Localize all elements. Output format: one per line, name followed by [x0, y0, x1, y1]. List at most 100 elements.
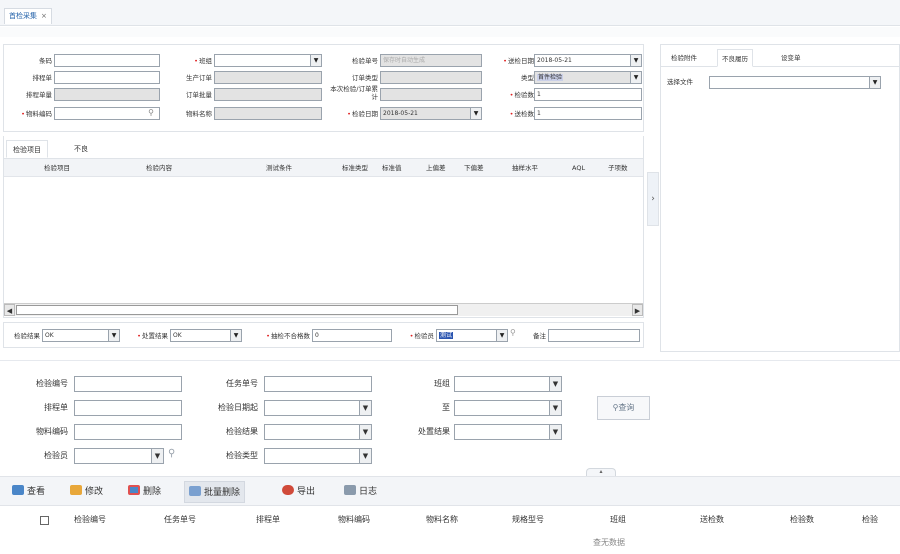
result-label: 检验结果	[14, 332, 40, 340]
inspect-date-picker: 2018-05-21 ▼	[380, 107, 482, 120]
q-inspect-no-label: 检验编号	[36, 379, 68, 388]
q-date-to-picker[interactable]: ▼	[454, 400, 562, 416]
q-schedule-label: 排程单	[44, 403, 68, 412]
q-handle-label: 处置结果	[418, 427, 450, 436]
type-select[interactable]: 首件检验 ▼	[534, 71, 642, 84]
prod-order-label: 生产订单	[186, 74, 212, 82]
scroll-left-icon[interactable]: ◀	[4, 304, 15, 316]
q-material-code-label: 物料编码	[36, 427, 68, 436]
close-icon[interactable]: ×	[41, 12, 47, 20]
tab-inspection-items[interactable]: 检验项目	[6, 140, 48, 158]
order-qty-label: 订单批量	[186, 91, 212, 99]
barcode-input[interactable]	[54, 54, 160, 67]
col-header: 物料编码	[338, 515, 370, 524]
remark-label: 备注	[533, 332, 546, 340]
log-icon	[344, 485, 356, 495]
col-header: AQL	[572, 164, 586, 172]
export-button[interactable]: 导出	[278, 481, 319, 503]
result-select[interactable]: OK ▼	[42, 329, 120, 342]
col-header: 标准类型	[342, 164, 368, 172]
sample-bad-input[interactable]: 0	[312, 329, 392, 342]
col-header: 标准值	[382, 164, 402, 172]
send-qty-input[interactable]: 1	[534, 107, 642, 120]
col-header: 班组	[610, 515, 626, 524]
remark-input[interactable]	[548, 329, 640, 342]
handle-select[interactable]: OK ▼	[170, 329, 242, 342]
collapse-panel-handle[interactable]: ›	[647, 172, 659, 226]
search-icon[interactable]: ⚲	[510, 328, 516, 337]
chevron-down-icon: ▼	[359, 449, 371, 463]
choose-file-label: 选择文件	[667, 78, 693, 86]
q-type-select[interactable]: ▼	[264, 448, 372, 464]
inspection-form: 条码 •班组 ▼ 检验单号 保存时自动生成 •送检日期 2018-05-21 ▼ …	[3, 44, 644, 132]
select-all-checkbox[interactable]	[40, 516, 49, 525]
edit-icon	[70, 485, 82, 495]
expand-handle[interactable]: ▴	[586, 468, 616, 476]
q-inspector-select[interactable]: ▼	[74, 448, 164, 464]
material-name-input	[214, 107, 322, 120]
schedule-input[interactable]	[54, 71, 160, 84]
tab-attachment[interactable]: 检验附件	[671, 49, 697, 67]
tab-bar: 首检采集 ×	[0, 0, 900, 26]
view-button[interactable]: 查看	[8, 481, 49, 503]
search-icon[interactable]: ⚲	[168, 448, 175, 459]
scroll-thumb[interactable]	[16, 305, 458, 315]
chevron-down-icon: ▼	[869, 77, 880, 88]
tab-first-inspection[interactable]: 首检采集 ×	[4, 8, 52, 24]
export-icon	[282, 485, 294, 495]
tab-label: 首检采集	[9, 12, 37, 20]
material-code-input[interactable]: ⚲	[54, 107, 160, 120]
q-material-code-input[interactable]	[74, 424, 182, 440]
detail-tabs: 检验项目 不良	[3, 136, 644, 158]
delete-button[interactable]: 删除	[124, 481, 165, 503]
inspector-label: •检验员	[409, 332, 434, 340]
tab-bad-history[interactable]: 不良履历	[717, 49, 753, 67]
col-header: 子项数	[608, 164, 628, 172]
order-qty-input	[214, 88, 322, 101]
q-shift-select[interactable]: ▼	[454, 376, 562, 392]
order-type-input	[380, 71, 482, 84]
chevron-down-icon: ▼	[310, 55, 321, 66]
tab-change-order[interactable]: 设变单	[781, 49, 801, 67]
q-result-select[interactable]: ▼	[264, 424, 372, 440]
col-header: 任务单号	[164, 515, 196, 524]
no-data-text: 查无数据	[593, 538, 625, 547]
col-header: 规格型号	[512, 515, 544, 524]
delete-icon	[128, 485, 140, 495]
inspect-no-label: 检验单号	[352, 57, 378, 65]
send-date-picker[interactable]: 2018-05-21 ▼	[534, 54, 642, 67]
chevron-down-icon: ▼	[549, 377, 561, 391]
shift-select[interactable]: ▼	[214, 54, 322, 67]
q-to-label: 至	[442, 403, 450, 412]
q-date-from-picker[interactable]: ▼	[264, 400, 372, 416]
col-header: 下偏差	[464, 164, 484, 172]
barcode-label: 条码	[39, 57, 52, 65]
log-button[interactable]: 日志	[340, 481, 381, 503]
batch-delete-button[interactable]: 批量删除	[184, 481, 246, 503]
view-icon	[12, 485, 24, 495]
material-code-label: •物料编码	[21, 110, 52, 118]
q-inspector-label: 检验员	[44, 451, 68, 460]
search-button[interactable]: ⚲查询	[597, 396, 650, 420]
inspector-select[interactable]: 测试 ▼	[436, 329, 508, 342]
search-icon[interactable]: ⚲	[143, 108, 159, 119]
q-task-no-input[interactable]	[264, 376, 372, 392]
q-shift-label: 班组	[434, 379, 450, 388]
q-inspect-no-input[interactable]	[74, 376, 182, 392]
q-result-label: 检验结果	[226, 427, 258, 436]
inspect-no-input: 保存时自动生成	[380, 54, 482, 67]
inspect-qty-input[interactable]: 1	[534, 88, 642, 101]
chevron-down-icon: ▼	[630, 55, 641, 66]
col-header: 抽样水平	[512, 164, 538, 172]
horizontal-scrollbar[interactable]: ◀ ▶	[4, 303, 643, 316]
q-handle-select[interactable]: ▼	[454, 424, 562, 440]
chevron-down-icon: ▼	[549, 425, 561, 439]
q-date-from-label: 检验日期起	[218, 403, 258, 412]
edit-button[interactable]: 修改	[66, 481, 107, 503]
tab-bad[interactable]: 不良	[68, 140, 94, 158]
choose-file-select[interactable]: ▼	[709, 76, 881, 89]
scroll-right-icon[interactable]: ▶	[632, 304, 643, 316]
schedule-qty-input	[54, 88, 160, 101]
this-total-input	[380, 88, 482, 101]
q-schedule-input[interactable]	[74, 400, 182, 416]
